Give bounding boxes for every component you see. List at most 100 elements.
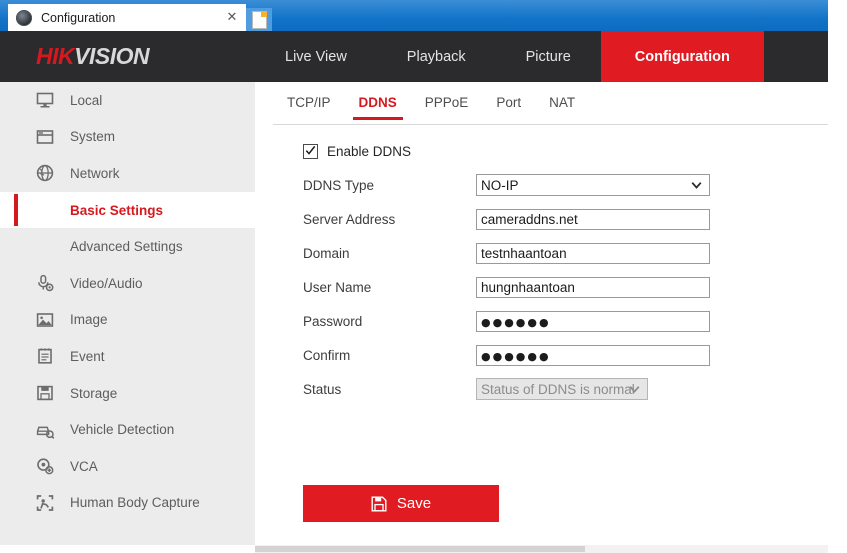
user-name-wrap — [476, 276, 710, 298]
status-value: Status of DDNS is normal — [481, 381, 635, 397]
row-confirm: Confirm ●●●●●● — [255, 338, 828, 372]
sidebar-item-basic-settings[interactable]: Basic Settings — [0, 191, 255, 229]
nav-item-live-view[interactable]: Live View — [255, 31, 377, 82]
chevron-down-icon — [690, 179, 703, 192]
nav-item-picture[interactable]: Picture — [496, 31, 601, 82]
sidebar-item-storage[interactable]: Storage — [0, 375, 255, 412]
hikvision-logo: HIKVISION — [36, 43, 150, 70]
label-user-name: User Name — [303, 279, 372, 295]
sidebar-item-vca[interactable]: VCA — [0, 448, 255, 485]
window-icon — [34, 126, 56, 148]
app-body: Local System Network Basic Settings Adva… — [0, 82, 828, 553]
row-ddns-type: DDNS Type NO-IP — [255, 168, 828, 202]
sidebar-item-label: Video/Audio — [70, 275, 143, 291]
browser-window: Configuration ✕ HIKVISION Live View Play… — [0, 0, 828, 553]
row-status: Status Status of DDNS is normal — [255, 372, 828, 406]
vca-icon — [34, 455, 56, 477]
close-icon[interactable]: ✕ — [224, 10, 240, 26]
domain-input[interactable] — [476, 242, 710, 264]
tab-port[interactable]: Port — [482, 95, 535, 120]
camera-icon — [16, 9, 32, 26]
ddns-type-value: NO-IP — [481, 177, 519, 193]
sidebar: Local System Network Basic Settings Adva… — [0, 82, 255, 545]
sidebar-item-video-audio[interactable]: Video/Audio — [0, 265, 255, 302]
sidebar-item-label: Advanced Settings — [70, 239, 183, 255]
sidebar-item-label: Basic Settings — [70, 202, 164, 218]
tab-ddns[interactable]: DDNS — [345, 95, 411, 120]
sidebar-item-local[interactable]: Local — [0, 82, 255, 119]
confirm-input[interactable]: ●●●●●● — [476, 344, 710, 366]
content-panel: TCP/IP DDNS PPPoE Port NAT Enable DDNS D… — [255, 82, 828, 553]
tab-nat[interactable]: NAT — [535, 95, 589, 120]
new-tab-icon[interactable] — [246, 8, 272, 31]
sidebar-item-human-body-capture[interactable]: Human Body Capture — [0, 485, 255, 522]
chevron-down-icon — [628, 383, 641, 396]
row-password: Password ●●●●●● — [255, 304, 828, 338]
main-nav: Live View Playback Picture Configuration — [255, 31, 764, 82]
row-server-address: Server Address — [255, 202, 828, 236]
status-select-wrap: Status of DDNS is normal — [476, 378, 648, 400]
ddns-type-select[interactable]: NO-IP — [476, 174, 710, 196]
sidebar-item-advanced-settings[interactable]: Advanced Settings — [0, 228, 255, 265]
password-mask: ●●●●●● — [481, 315, 551, 329]
browser-tab-title: Configuration — [41, 10, 116, 25]
label-status: Status — [303, 381, 342, 397]
sidebar-item-image[interactable]: Image — [0, 302, 255, 339]
sidebar-item-label: Vehicle Detection — [70, 422, 175, 438]
checkbox-box — [303, 143, 318, 159]
sidebar-item-label: System — [70, 129, 116, 145]
enable-ddns-checkbox[interactable]: Enable DDNS — [303, 143, 412, 159]
password-wrap: ●●●●●● — [476, 310, 710, 332]
nav-item-configuration[interactable]: Configuration — [600, 31, 764, 82]
tab-underline — [273, 124, 828, 125]
sidebar-item-network[interactable]: Network — [0, 155, 255, 192]
browser-titlebar: Configuration ✕ — [0, 0, 828, 31]
status-select: Status of DDNS is normal — [476, 378, 648, 400]
sidebar-item-label: Human Body Capture — [70, 495, 200, 511]
save-button-label: Save — [396, 495, 432, 512]
horizontal-scrollbar[interactable] — [255, 545, 828, 553]
label-ddns-type: DDNS Type — [303, 177, 375, 193]
mic-icon — [34, 272, 56, 294]
confirm-wrap: ●●●●●● — [476, 344, 710, 366]
monitor-icon — [34, 89, 56, 111]
browser-tab[interactable]: Configuration ✕ — [8, 4, 246, 31]
sidebar-item-label: Image — [70, 312, 108, 328]
ddns-type-select-wrap: NO-IP — [476, 174, 710, 196]
label-server-address: Server Address — [303, 211, 396, 227]
globe-icon — [34, 162, 56, 184]
save-button[interactable]: Save — [303, 485, 499, 522]
sidebar-item-vehicle-detection[interactable]: Vehicle Detection — [0, 411, 255, 448]
clipboard-icon — [34, 345, 56, 367]
tab-tcpip[interactable]: TCP/IP — [273, 95, 345, 120]
nav-item-playback[interactable]: Playback — [377, 31, 496, 82]
password-input[interactable]: ●●●●●● — [476, 310, 710, 332]
label-domain: Domain — [303, 245, 350, 261]
enable-ddns-label: Enable DDNS — [327, 143, 412, 159]
server-address-input[interactable] — [476, 208, 710, 230]
sidebar-item-label: VCA — [70, 458, 98, 474]
sidebar-item-label: Network — [70, 165, 120, 181]
floppy-save-icon — [371, 496, 387, 512]
sidebar-item-event[interactable]: Event — [0, 338, 255, 375]
logo-hik: HIK — [36, 43, 75, 69]
server-address-wrap — [476, 208, 710, 230]
row-enable-ddns: Enable DDNS — [255, 134, 828, 168]
user-name-input[interactable] — [476, 276, 710, 298]
label-confirm: Confirm — [303, 347, 351, 363]
label-password: Password — [303, 313, 363, 329]
scrollbar-thumb[interactable] — [255, 546, 585, 552]
floppy-icon — [34, 382, 56, 404]
ddns-form: Enable DDNS DDNS Type NO-IP Server Addre… — [255, 134, 828, 406]
sidebar-item-label: Event — [70, 348, 105, 364]
logo-vision: VISION — [74, 43, 150, 69]
sidebar-item-system[interactable]: System — [0, 119, 255, 156]
new-tab-page-glyph — [252, 10, 267, 28]
tab-pppoe[interactable]: PPPoE — [411, 95, 483, 120]
row-user-name: User Name — [255, 270, 828, 304]
confirm-mask: ●●●●●● — [481, 349, 551, 363]
car-search-icon — [34, 419, 56, 441]
sidebar-item-label: Storage — [70, 385, 118, 401]
browser-tab-strip: Configuration ✕ — [8, 4, 272, 31]
picture-icon — [34, 309, 56, 331]
